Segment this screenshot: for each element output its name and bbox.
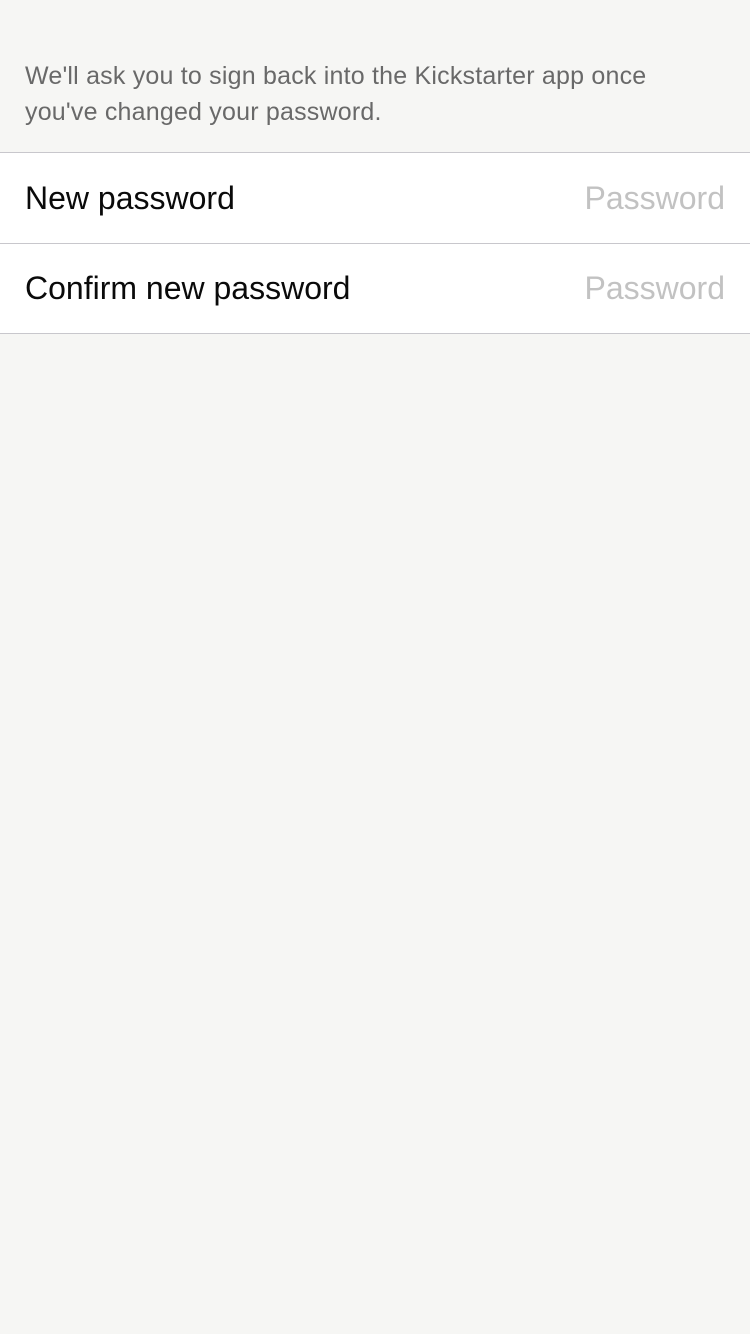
confirm-password-label: Confirm new password: [25, 270, 351, 306]
password-form: New password Confirm new password: [0, 152, 750, 334]
new-password-label: New password: [25, 179, 235, 216]
change-password-screen: We'll ask you to sign back into the Kick…: [0, 0, 750, 1334]
new-password-input[interactable]: [425, 179, 725, 217]
confirm-password-input[interactable]: [425, 270, 725, 307]
password-change-info-text: We'll ask you to sign back into the Kick…: [25, 62, 647, 126]
new-password-row[interactable]: New password: [0, 153, 750, 243]
confirm-password-row[interactable]: Confirm new password: [0, 243, 750, 333]
